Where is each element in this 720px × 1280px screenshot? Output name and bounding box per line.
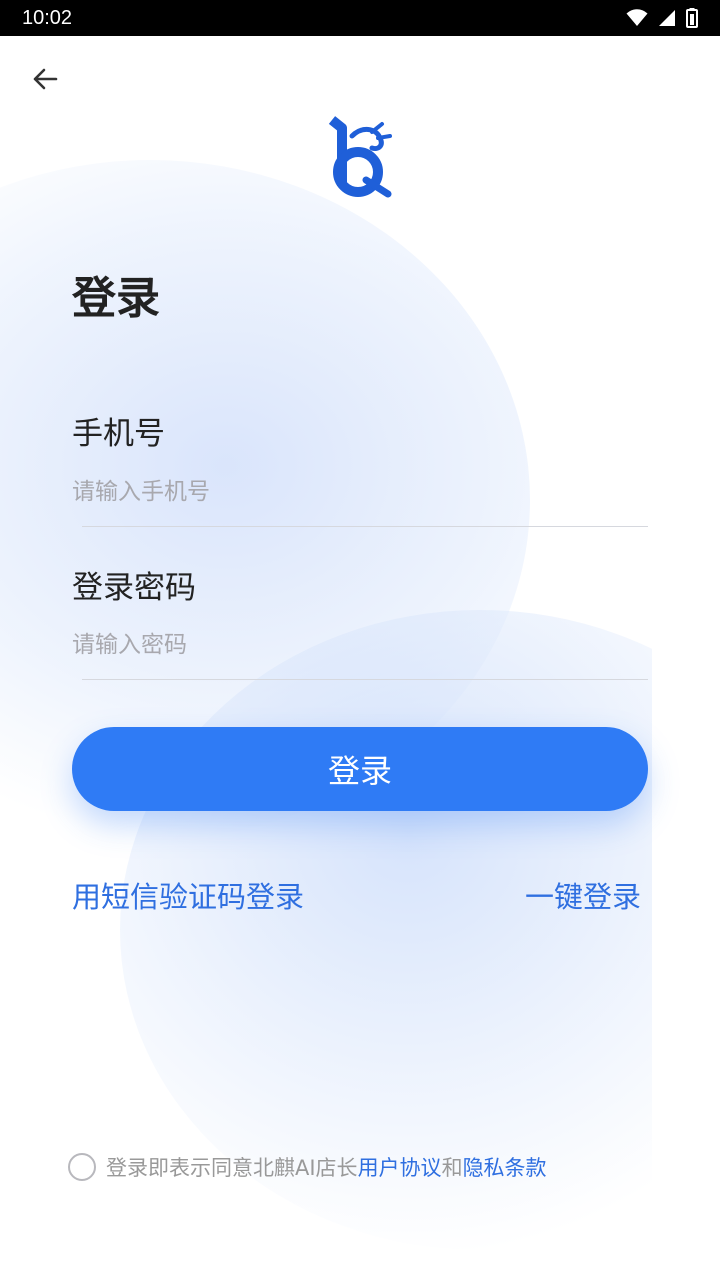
cellular-signal-icon xyxy=(659,10,675,26)
background-edge xyxy=(652,36,720,1280)
password-underline xyxy=(82,679,648,680)
wifi-icon xyxy=(626,9,648,26)
back-button[interactable] xyxy=(28,62,62,96)
page-title: 登录 xyxy=(72,273,160,324)
one-key-login-link[interactable]: 一键登录 xyxy=(525,874,641,916)
sms-login-link[interactable]: 用短信验证码登录 xyxy=(72,874,304,916)
app-logo xyxy=(328,116,392,198)
agreement-text: 登录即表示同意北麒AI店长 xyxy=(106,1156,358,1180)
user-agreement-link[interactable]: 用户协议 xyxy=(358,1152,442,1182)
phone-input[interactable] xyxy=(72,468,648,516)
battery-icon xyxy=(686,8,698,28)
password-label: 登录密码 xyxy=(72,570,196,606)
arrow-left-icon xyxy=(33,68,58,90)
login-screen: 10:02 登录 手机号 登录密码 登录 xyxy=(0,0,720,1280)
agreement-row: 登录即表示同意北麒AI店长 用户协议 和 隐私条款 xyxy=(68,1152,547,1182)
agreement-checkbox[interactable] xyxy=(68,1153,96,1181)
agreement-and: 和 xyxy=(441,1156,463,1180)
phone-label: 手机号 xyxy=(72,416,165,452)
login-button[interactable]: 登录 xyxy=(72,727,648,811)
phone-underline xyxy=(82,526,648,527)
status-bar: 10:02 xyxy=(0,0,720,36)
password-input[interactable] xyxy=(72,621,648,669)
privacy-terms-link[interactable]: 隐私条款 xyxy=(463,1152,547,1182)
status-time: 10:02 xyxy=(22,6,73,29)
status-icons xyxy=(626,8,698,28)
